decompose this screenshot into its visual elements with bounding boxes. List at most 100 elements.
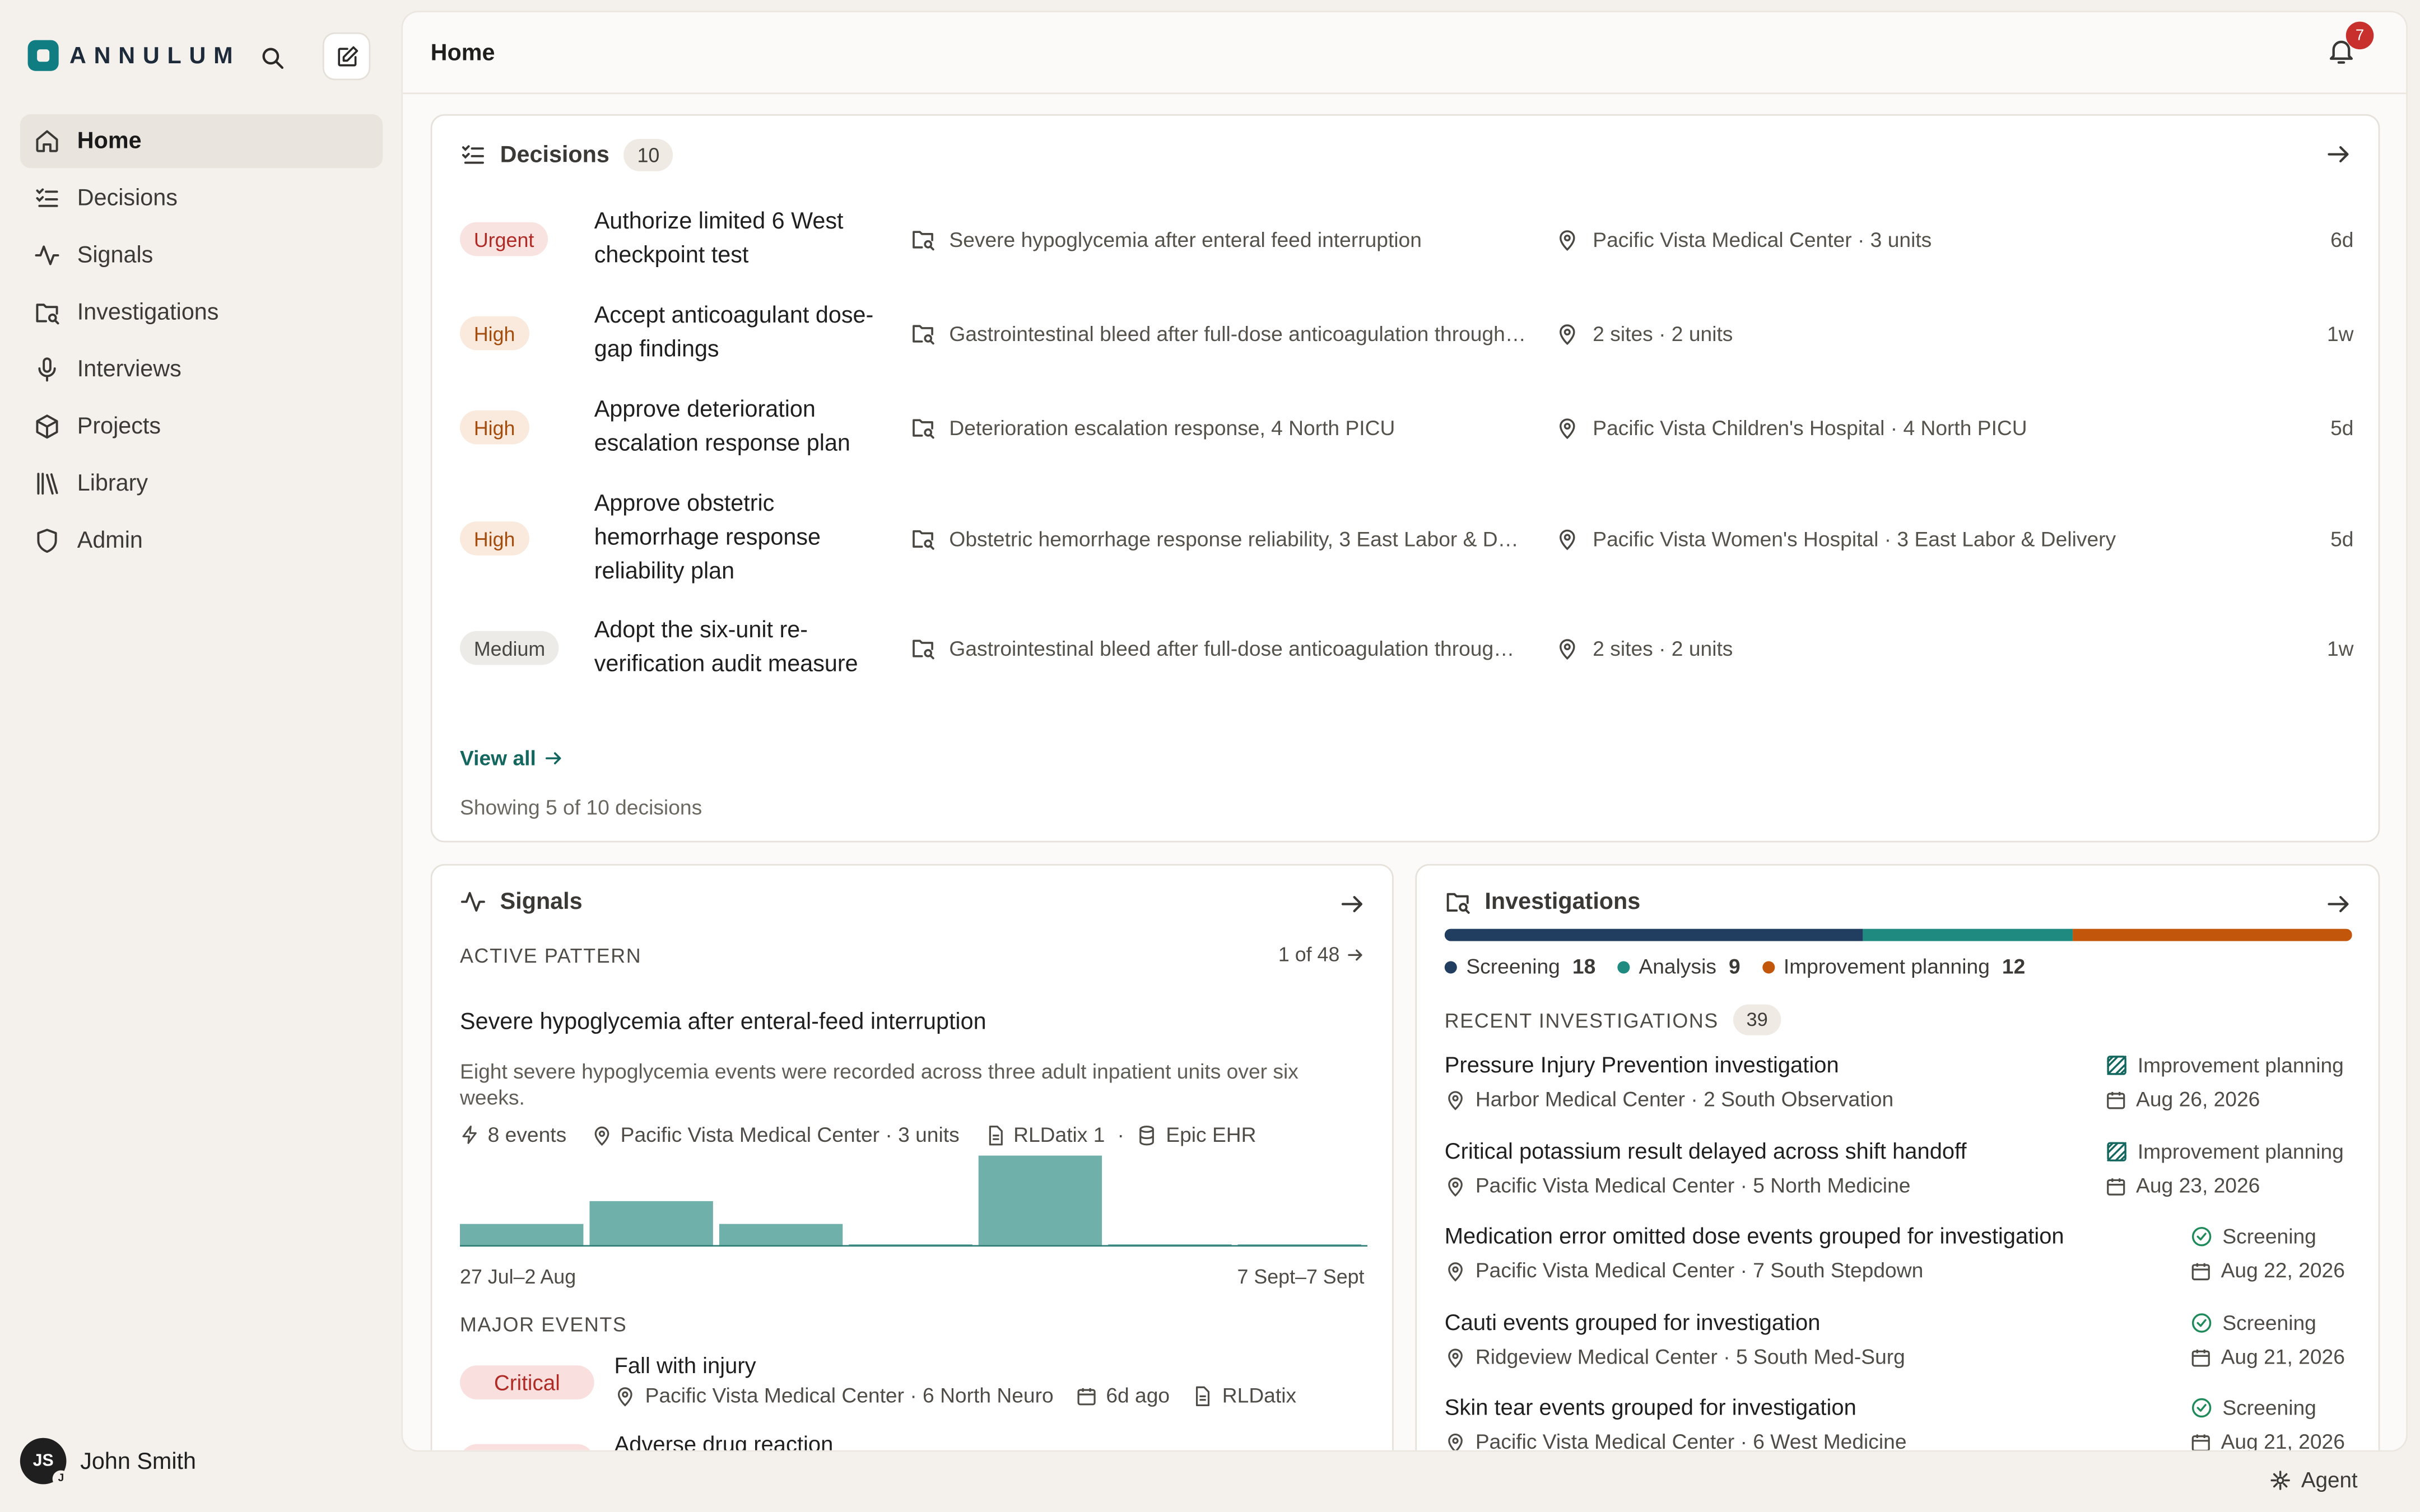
document-icon	[1195, 1385, 1209, 1406]
investigation-title: Pressure Injury Prevention investigation	[1444, 1053, 1839, 1079]
sidebar-item-signals[interactable]: Signals	[20, 228, 383, 282]
decision-row[interactable]: High Accept anticoagulant dose-gap findi…	[460, 298, 2354, 369]
decision-row[interactable]: Urgent Authorize limited 6 West checkpoi…	[460, 204, 2354, 275]
map-pin-icon	[1560, 529, 1575, 550]
calendar-icon	[2191, 1434, 2210, 1450]
event-frequency-chart	[460, 1155, 1368, 1247]
sidebar-item-library[interactable]: Library	[20, 457, 383, 511]
decisions-title: Decisions	[500, 142, 609, 169]
decision-location-label: Pacific Vista Women's Hospital · 3 East …	[1593, 526, 2116, 550]
sidebar-item-admin[interactable]: Admin	[20, 514, 383, 567]
legend-label: Analysis	[1639, 955, 1716, 978]
calendar-icon	[2107, 1177, 2125, 1195]
check-circle-icon	[2191, 1226, 2212, 1247]
arrow-right-icon	[2328, 146, 2349, 162]
decision-location-label: Pacific Vista Medical Center · 3 units	[1593, 227, 1932, 251]
progress-segment-analysis	[1863, 928, 2073, 941]
investigation-status-label: Screening	[2222, 1311, 2316, 1335]
event-source-label: RLDatix	[1222, 1384, 1297, 1407]
search-button[interactable]	[250, 35, 293, 78]
sidebar-item-label: Signals	[77, 242, 153, 269]
decision-investigation[interactable]: Gastrointestinal bleed after full-dose a…	[911, 321, 1544, 346]
investigation-location-label: Pacific Vista Medical Center · 5 North M…	[1475, 1174, 1911, 1197]
map-pin-icon	[1448, 1177, 1463, 1196]
investigation-date-label: Aug 23, 2026	[2136, 1174, 2260, 1197]
database-icon	[1140, 1124, 1155, 1145]
active-pattern-label: ACTIVE PATTERN	[460, 944, 642, 968]
decision-row[interactable]: Medium Adopt the six-unit re-verificatio…	[460, 613, 2354, 684]
decisions-open-button[interactable]	[2324, 141, 2352, 169]
folder-search-icon	[913, 419, 934, 439]
source-label: Epic EHR	[1166, 1123, 1256, 1147]
cube-icon	[36, 414, 58, 439]
sidebar-item-projects[interactable]: Projects	[20, 400, 383, 454]
decision-age: 1w	[2326, 321, 2354, 345]
decision-row[interactable]: High Approve obstetric hemorrhage respon…	[460, 486, 2354, 591]
map-pin-icon	[1448, 1432, 1463, 1450]
decision-location-label: 2 sites · 2 units	[1593, 321, 1733, 345]
document-icon	[988, 1124, 1002, 1145]
priority-badge: Urgent	[460, 222, 548, 256]
pattern-pager[interactable]: 1 of 48	[1278, 942, 1365, 966]
decision-age: 1w	[2326, 636, 2354, 660]
investigation-status: Improvement planning	[2105, 1054, 2344, 1077]
legend-improvement-planning[interactable]: Improvement planning 12	[1762, 955, 2025, 978]
decision-location-label: Pacific Vista Children's Hospital · 4 No…	[1593, 416, 2027, 439]
decision-investigation[interactable]: Gastrointestinal bleed after full-dose a…	[911, 636, 1544, 660]
decision-investigation[interactable]: Deterioration escalation response, 4 Nor…	[911, 415, 1544, 440]
sidebar: ANNULUM Home Decisions Signals Investiga…	[0, 0, 404, 1512]
chart-end-label: 7 Sept–7 Sept	[1237, 1265, 1365, 1289]
folder-search-icon	[913, 530, 934, 550]
decisions-card: Decisions 10 Urgent Authorize limited 6 …	[430, 114, 2380, 843]
investigations-open-button[interactable]	[2324, 890, 2352, 918]
view-all-decisions-link[interactable]: View all	[460, 746, 564, 770]
pulse-icon	[460, 892, 485, 912]
priority-badge: High	[460, 410, 529, 445]
legend-label: Screening	[1466, 955, 1560, 978]
sidebar-item-interviews[interactable]: Interviews	[20, 343, 383, 396]
user-menu[interactable]: JS J John Smith	[20, 1438, 196, 1487]
severity-badge: Critical	[460, 1444, 594, 1450]
investigation-location-label: Ridgeview Medical Center · 5 South Med-S…	[1475, 1345, 1905, 1369]
avatar-initials: JS	[32, 1452, 54, 1471]
investigation-status: Screening	[2190, 1396, 2316, 1420]
app-logo[interactable]: ANNULUM	[27, 40, 241, 71]
decision-investigation-label: Gastrointestinal bleed after full-dose a…	[949, 321, 1527, 345]
notifications-button[interactable]: 7	[2326, 21, 2374, 69]
arrow-right-icon	[1341, 896, 1363, 912]
investigation-date: Aug 26, 2026	[2105, 1088, 2260, 1111]
agent-button[interactable]: Agent	[2269, 1467, 2358, 1492]
pattern-location: Pacific Vista Medical Center · 3 units	[591, 1123, 960, 1146]
priority-badge: High	[460, 521, 529, 556]
sidebar-item-home[interactable]: Home	[20, 114, 383, 169]
compose-button[interactable]	[324, 34, 369, 79]
books-icon	[37, 473, 58, 495]
top-bar: Home	[403, 12, 2407, 95]
sidebar-item-investigations[interactable]: Investigations	[20, 286, 383, 339]
decision-row[interactable]: High Approve deterioration escalation re…	[460, 392, 2354, 463]
chart-bar[interactable]	[589, 1201, 713, 1247]
shield-icon	[37, 529, 57, 553]
signals-open-button[interactable]	[1338, 890, 1366, 918]
chart-bar[interactable]	[978, 1155, 1102, 1247]
decision-investigation[interactable]: Severe hypoglycemia after enteral feed i…	[911, 227, 1544, 251]
pulse-icon	[35, 245, 59, 265]
avatar-badge: J	[52, 1470, 69, 1487]
pattern-title[interactable]: Severe hypoglycemia after enteral-feed i…	[460, 1009, 986, 1035]
legend-count: 18	[1572, 955, 1596, 978]
chart-bar[interactable]	[460, 1224, 584, 1247]
investigation-location-label: Pacific Vista Medical Center · 6 West Me…	[1475, 1430, 1907, 1450]
investigation-location: Pacific Vista Medical Center · 5 North M…	[1445, 1174, 1911, 1197]
sidebar-nav: Home Decisions Signals Investigations In…	[20, 114, 383, 571]
sidebar-item-label: Interviews	[77, 356, 182, 383]
map-pin-icon	[1448, 1348, 1463, 1368]
chart-bar[interactable]	[719, 1224, 843, 1247]
recent-investigations-label: RECENT INVESTIGATIONS	[1444, 1008, 1719, 1032]
sidebar-item-decisions[interactable]: Decisions	[20, 171, 383, 225]
stage-legend: Screening 18 Analysis 9 Improvement planni…	[1444, 955, 2047, 978]
legend-count: 12	[2002, 955, 2026, 978]
legend-analysis[interactable]: Analysis 9	[1617, 955, 1740, 978]
priority-badge: Medium	[460, 631, 560, 665]
legend-screening[interactable]: Screening 18	[1444, 955, 1596, 978]
decision-investigation[interactable]: Obstetric hemorrhage response reliabilit…	[911, 526, 1544, 550]
